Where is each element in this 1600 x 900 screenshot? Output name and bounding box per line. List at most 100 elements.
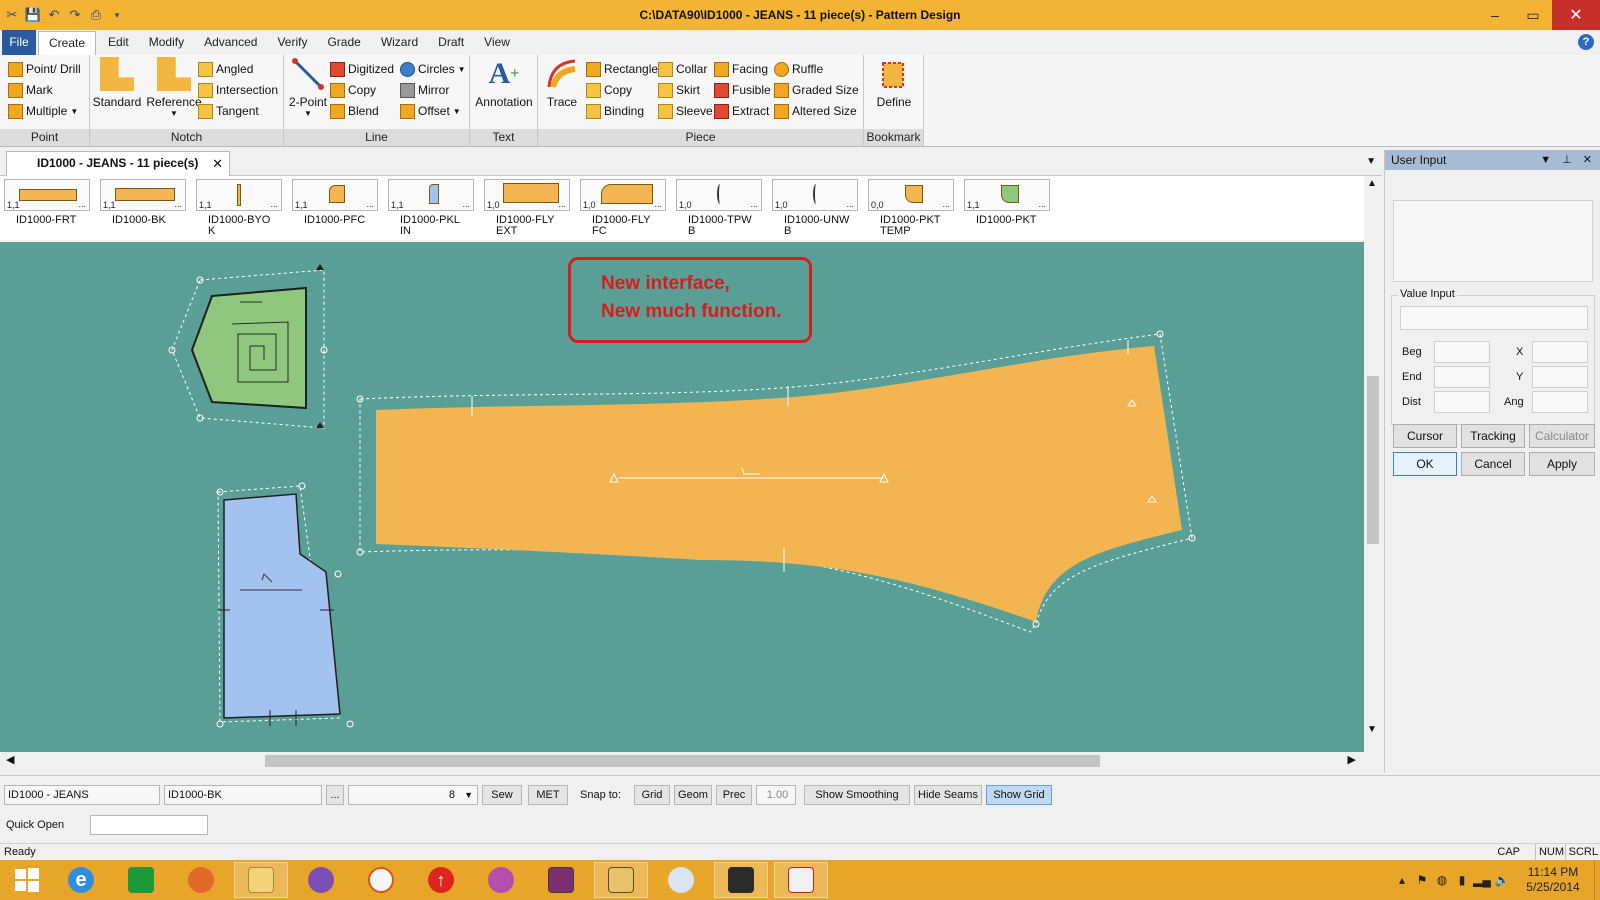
piece-thumbnail[interactable]: 1,1... ID1000-PKT <box>964 179 1050 226</box>
trouser-piece-orange[interactable] <box>356 330 1196 633</box>
show-desktop-button[interactable] <box>1594 860 1600 900</box>
piece-thumbnail[interactable]: 1,1... ID1000-BYO K <box>196 179 282 237</box>
horizontal-scroll-thumb[interactable] <box>265 755 1100 767</box>
offset-button[interactable]: Offset ▼ <box>400 101 461 121</box>
ok-button[interactable]: OK <box>1393 452 1457 476</box>
quick-open-field[interactable] <box>90 815 208 835</box>
piece-thumbnail[interactable]: 1,0... ID1000-TPW B <box>676 179 762 237</box>
menu-grade[interactable]: Grade <box>317 31 370 55</box>
binding-piece-button[interactable]: Binding <box>586 101 644 121</box>
ang-field[interactable] <box>1532 391 1588 413</box>
apply-button[interactable]: Apply <box>1529 452 1595 476</box>
flag-icon[interactable]: ⚑ <box>1412 873 1432 887</box>
vertical-scrollbar[interactable]: ▲ ▼ <box>1364 176 1382 753</box>
save-icon[interactable]: 💾 <box>25 7 41 23</box>
scroll-left-icon[interactable]: ◀ <box>6 753 14 766</box>
reference-notch-button[interactable]: Reference ▼ <box>144 57 204 118</box>
collar-button[interactable]: Collar <box>658 59 707 79</box>
firefox-icon[interactable] <box>174 862 228 898</box>
upload-arrow-icon[interactable]: ↑ <box>414 862 468 898</box>
rectangle-piece-button[interactable]: Rectangle <box>586 59 658 79</box>
end-field[interactable] <box>1434 366 1490 388</box>
store-icon[interactable] <box>114 862 168 898</box>
pocket-piece-blue[interactable] <box>216 482 354 728</box>
close-button[interactable]: ✕ <box>1552 0 1600 30</box>
horizontal-scrollbar[interactable]: ◀ ▶ <box>0 752 1364 770</box>
piece-thumbnail[interactable]: 1,0... ID1000-FLY EXT <box>484 179 570 237</box>
show-smoothing-button[interactable]: Show Smoothing <box>804 785 910 805</box>
beg-field[interactable] <box>1434 341 1490 363</box>
sleeve-button[interactable]: Sleeve <box>658 101 713 121</box>
x-field[interactable] <box>1532 341 1588 363</box>
menu-draft[interactable]: Draft <box>428 31 474 55</box>
multiple-button[interactable]: Multiple ▼ <box>8 101 78 121</box>
maximize-button[interactable]: ▭ <box>1514 0 1552 30</box>
standard-notch-button[interactable]: Standard <box>93 57 141 109</box>
show-hidden-icons-icon[interactable]: ▴ <box>1392 873 1412 887</box>
calculator-button[interactable]: Calculator <box>1529 424 1595 448</box>
value-input-field[interactable] <box>1400 306 1588 330</box>
show-grid-button[interactable]: Show Grid <box>986 785 1052 805</box>
snap-geom-button[interactable]: Geom <box>674 785 712 805</box>
sew-button[interactable]: Sew <box>482 785 522 805</box>
precision-field[interactable]: 1.00 <box>756 785 796 805</box>
piece-thumbnail[interactable]: 1,0... ID1000-UNW B <box>772 179 858 237</box>
piece-field[interactable]: ID1000-BK <box>164 785 322 805</box>
help-icon[interactable]: ? <box>1578 34 1594 50</box>
menu-view[interactable]: View <box>474 31 520 55</box>
graded-size-button[interactable]: Graded Size <box>774 80 859 100</box>
two-point-line-button[interactable]: 2-Point ▼ <box>288 57 328 118</box>
snap-prec-button[interactable]: Prec <box>716 785 752 805</box>
viber-icon[interactable] <box>294 862 348 898</box>
scroll-right-icon[interactable]: ▶ <box>1348 753 1356 766</box>
intersection-notch-button[interactable]: Intersection <box>198 80 278 100</box>
cancel-button[interactable]: Cancel <box>1461 452 1525 476</box>
y-field[interactable] <box>1532 366 1588 388</box>
menu-modify[interactable]: Modify <box>139 31 194 55</box>
blend-line-button[interactable]: Blend <box>330 101 379 121</box>
file-explorer-icon[interactable] <box>234 862 288 898</box>
browse-button[interactable]: ... <box>326 785 344 805</box>
facing-button[interactable]: Facing <box>714 59 768 79</box>
scroll-down-icon[interactable]: ▼ <box>1367 724 1377 735</box>
paint-icon[interactable] <box>654 862 708 898</box>
piece-thumbnail[interactable]: 1,1... ID1000-PFC <box>292 179 378 226</box>
app-icon[interactable]: ✂ <box>4 7 20 23</box>
pattern-app-icon[interactable] <box>774 862 828 898</box>
point-drill-button[interactable]: Point/ Drill <box>8 59 81 79</box>
circles-button[interactable]: Circles ▼ <box>400 59 466 79</box>
piece-thumbnail[interactable]: 1,1... ID1000-PKL IN <box>388 179 474 237</box>
tracking-button[interactable]: Tracking <box>1461 424 1525 448</box>
tab-list-dropdown-icon[interactable]: ▼ <box>1366 156 1376 167</box>
wifi-signal-icon[interactable]: ▂▄ <box>1472 873 1492 887</box>
customize-dropdown-icon[interactable]: ▾ <box>109 7 125 23</box>
hide-seams-button[interactable]: Hide Seams <box>914 785 982 805</box>
tangent-notch-button[interactable]: Tangent <box>198 101 259 121</box>
game-icon[interactable] <box>474 862 528 898</box>
undo-icon[interactable]: ↶ <box>46 7 62 23</box>
panel-controls[interactable]: ▼ ⊥ ✕ <box>1540 150 1596 170</box>
met-button[interactable]: MET <box>528 785 568 805</box>
skirt-button[interactable]: Skirt <box>658 80 700 100</box>
piece-thumbnail[interactable]: 1,1... ID1000-FRT <box>4 179 90 226</box>
menu-wizard[interactable]: Wizard <box>371 31 428 55</box>
menu-file[interactable]: File <box>2 30 36 55</box>
search-tool-icon[interactable] <box>354 862 408 898</box>
piece-thumbnail[interactable]: 1,1... ID1000-BK <box>100 179 186 226</box>
menu-verify[interactable]: Verify <box>267 31 317 55</box>
digitized-line-button[interactable]: Digitized <box>330 59 394 79</box>
clock[interactable]: 11:14 PM 5/25/2014 <box>1512 865 1594 895</box>
angled-notch-button[interactable]: Angled <box>198 59 253 79</box>
trace-button[interactable]: Trace <box>542 57 582 109</box>
power-icon[interactable]: ▮ <box>1452 873 1472 887</box>
annotation-button[interactable]: A+ Annotation <box>472 57 536 109</box>
menu-create[interactable]: Create <box>38 31 97 55</box>
mark-button[interactable]: Mark <box>8 80 53 100</box>
winrar-icon[interactable] <box>534 862 588 898</box>
start-icon[interactable] <box>0 862 54 898</box>
extract-button[interactable]: Extract <box>714 101 769 121</box>
cursor-button[interactable]: Cursor <box>1393 424 1457 448</box>
pattern-canvas[interactable]: New interface, New much function. <box>0 242 1364 752</box>
movie-icon[interactable] <box>714 862 768 898</box>
print-icon[interactable]: ⎙ <box>88 7 104 23</box>
